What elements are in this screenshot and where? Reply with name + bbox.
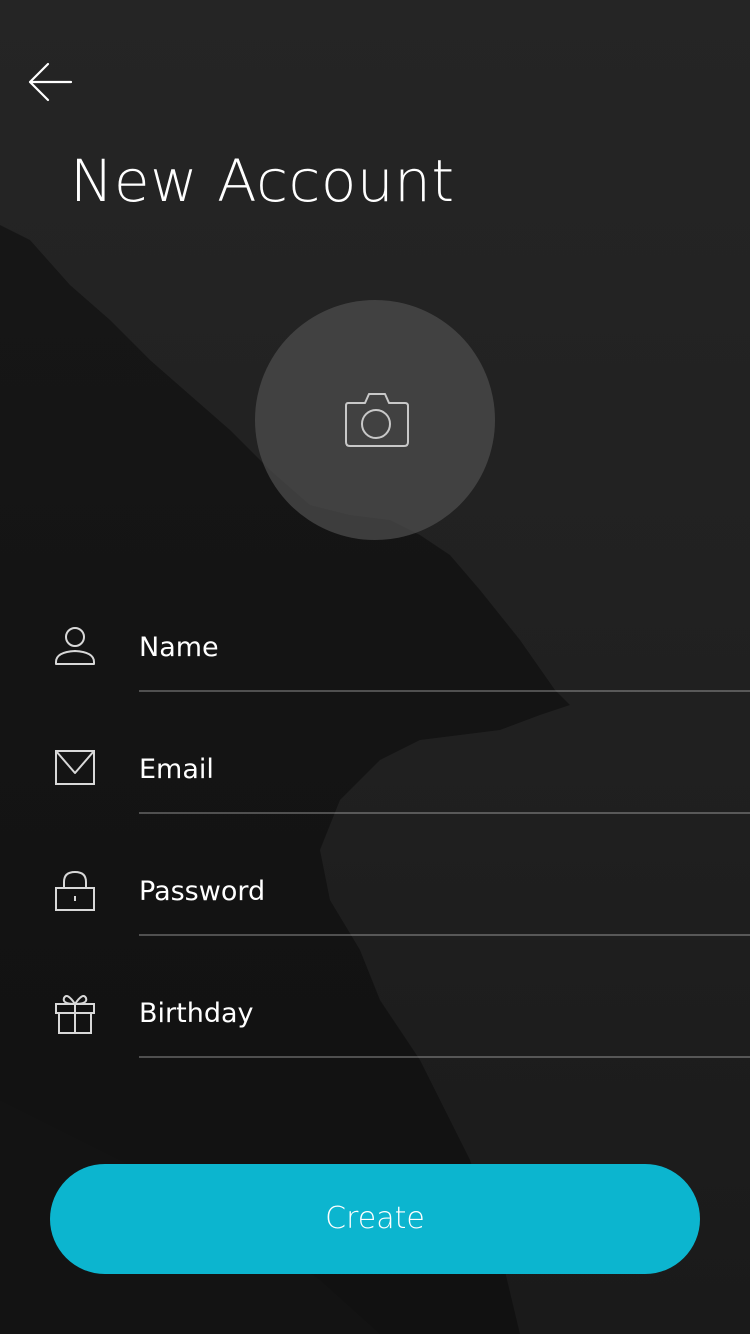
email-field	[0, 748, 750, 838]
password-field-underline	[139, 934, 750, 936]
email-input[interactable]	[139, 748, 739, 792]
birthday-input[interactable]	[139, 992, 739, 1036]
new-account-screen: New Account Name Email Birthday Create	[0, 0, 750, 1334]
envelope-icon	[55, 750, 95, 785]
name-input[interactable]	[139, 626, 739, 670]
birthday-field-underline	[139, 1056, 750, 1058]
password-input[interactable]	[139, 870, 739, 914]
back-button[interactable]	[24, 58, 76, 110]
arrow-left-icon	[28, 62, 73, 102]
name-field-underline	[139, 690, 750, 692]
name-field	[0, 626, 750, 716]
email-field-underline	[139, 812, 750, 814]
user-icon	[55, 627, 95, 665]
camera-icon	[345, 393, 409, 447]
birthday-field	[0, 992, 750, 1082]
create-button[interactable]: Create	[50, 1164, 700, 1274]
gift-icon	[55, 995, 95, 1034]
page-title: New Account	[70, 147, 455, 215]
avatar-photo-picker[interactable]	[255, 300, 495, 540]
lock-icon	[55, 870, 95, 911]
password-field	[0, 870, 750, 960]
